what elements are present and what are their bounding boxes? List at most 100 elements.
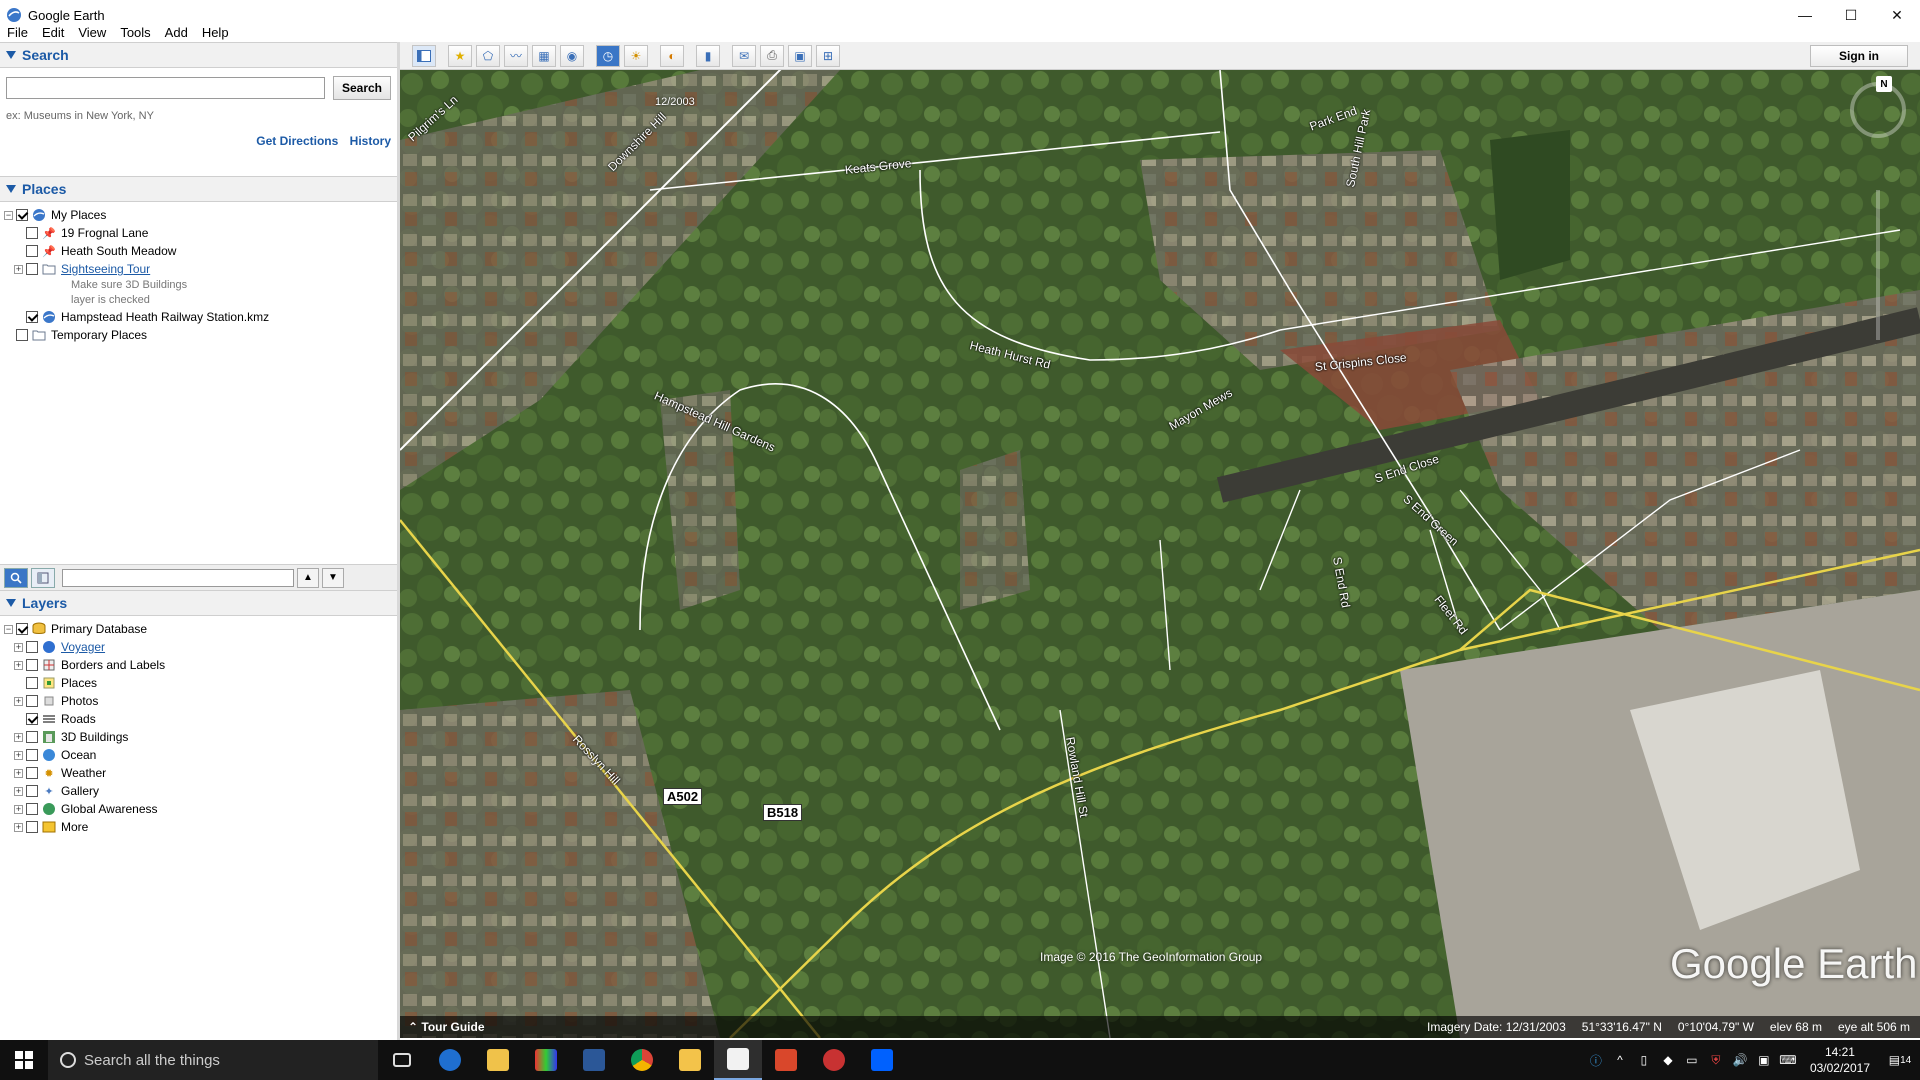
checkbox[interactable]	[26, 245, 38, 257]
volume-icon[interactable]: 🔊	[1728, 1040, 1752, 1080]
record-tour-icon[interactable]: ◉	[560, 44, 584, 67]
shield-icon[interactable]: ⛨	[1704, 1040, 1728, 1080]
expand-icon[interactable]: +	[14, 732, 23, 742]
checkbox[interactable]	[16, 329, 28, 341]
save-image-icon[interactable]: ▣	[788, 44, 812, 67]
info-icon[interactable]: ⓘ	[1584, 1040, 1608, 1080]
move-up-button[interactable]: ▲	[297, 567, 319, 588]
checkbox[interactable]	[16, 623, 28, 635]
checkbox[interactable]	[26, 785, 38, 797]
action-center-icon[interactable]: ▤ 14	[1880, 1040, 1920, 1080]
layer-voyager[interactable]: + Voyager	[4, 638, 397, 656]
sign-in-button[interactable]: Sign in	[1810, 45, 1908, 67]
collapse-icon[interactable]: −	[4, 210, 13, 220]
move-down-button[interactable]: ▼	[322, 567, 344, 588]
dropbox-icon[interactable]	[858, 1040, 906, 1080]
layer-global-awareness[interactable]: + Global Awareness	[4, 800, 397, 818]
expand-icon[interactable]: +	[14, 660, 23, 670]
add-polygon-icon[interactable]: ⬠	[476, 44, 500, 67]
dropbox-tray-icon[interactable]: ◆	[1656, 1040, 1680, 1080]
layer-borders-labels[interactable]: + Borders and Labels	[4, 656, 397, 674]
maximize-button[interactable]: ☐	[1828, 0, 1874, 30]
battery-icon[interactable]: ▭	[1680, 1040, 1704, 1080]
menu-add[interactable]: Add	[158, 25, 195, 40]
map-view[interactable]: N 12/2003 Pilgrim's Ln Downshire Hill Ke…	[400, 70, 1920, 1038]
menu-edit[interactable]: Edit	[35, 25, 71, 40]
colour-app-icon[interactable]	[522, 1040, 570, 1080]
chevron-up-icon[interactable]: ^	[1608, 1040, 1632, 1080]
close-button[interactable]: ✕	[1874, 0, 1920, 30]
tree-item-sightseeing-tour[interactable]: + Sightseeing Tour	[4, 260, 397, 278]
checkbox[interactable]	[26, 263, 38, 275]
minimize-button[interactable]: —	[1782, 0, 1828, 30]
tree-item-temporary-places[interactable]: Temporary Places	[4, 326, 397, 344]
add-overlay-icon[interactable]: ▦	[532, 44, 556, 67]
checkbox[interactable]	[26, 659, 38, 671]
search-input[interactable]	[6, 77, 325, 99]
windows-start-icon[interactable]	[0, 1040, 48, 1080]
expand-icon[interactable]: +	[14, 750, 23, 760]
checkbox[interactable]	[26, 695, 38, 707]
sidebar-toggle-icon[interactable]	[412, 44, 436, 67]
checkbox[interactable]	[26, 227, 38, 239]
tree-item-railway-station[interactable]: Hampstead Heath Railway Station.kmz	[4, 308, 397, 326]
layer-label-link[interactable]: Voyager	[61, 640, 105, 654]
checkbox[interactable]	[26, 767, 38, 779]
tree-item-heath-south-meadow[interactable]: 📌 Heath South Meadow	[4, 242, 397, 260]
file-explorer-icon[interactable]	[474, 1040, 522, 1080]
checkbox[interactable]	[26, 821, 38, 833]
checkbox[interactable]	[26, 311, 38, 323]
search-header[interactable]: Search	[0, 42, 397, 68]
usb-icon[interactable]: ▯	[1632, 1040, 1656, 1080]
add-path-icon[interactable]: 〰	[504, 44, 528, 67]
layer-gallery[interactable]: + ✦ Gallery	[4, 782, 397, 800]
expand-icon[interactable]: +	[14, 264, 23, 274]
checkbox[interactable]	[16, 209, 28, 221]
tree-item-my-places[interactable]: − My Places	[4, 206, 397, 224]
checkbox[interactable]	[26, 677, 38, 689]
clock[interactable]: 14:21 03/02/2017	[1810, 1044, 1870, 1076]
swirl-app-icon[interactable]	[810, 1040, 858, 1080]
menu-file[interactable]: File	[0, 25, 35, 40]
layer-weather[interactable]: + ✹ Weather	[4, 764, 397, 782]
expand-icon[interactable]: +	[14, 786, 23, 796]
mail-icon[interactable]	[666, 1040, 714, 1080]
history-link[interactable]: History	[350, 134, 391, 148]
historical-imagery-icon[interactable]: ◷	[596, 44, 620, 67]
keyboard-icon[interactable]: ⌨	[1776, 1040, 1800, 1080]
expand-icon[interactable]: +	[14, 696, 23, 706]
checkbox[interactable]	[26, 731, 38, 743]
email-icon[interactable]: ✉	[732, 44, 756, 67]
task-view-icon[interactable]	[378, 1040, 426, 1080]
ruler-icon[interactable]: ▮	[696, 44, 720, 67]
sunlight-icon[interactable]: ☀	[624, 44, 648, 67]
collapse-icon[interactable]: −	[4, 624, 13, 634]
layer-ocean[interactable]: + Ocean	[4, 746, 397, 764]
tour-guide-button[interactable]: ⌃ Tour Guide	[408, 1020, 485, 1034]
checkbox[interactable]	[26, 803, 38, 815]
layer-photos[interactable]: + Photos	[4, 692, 397, 710]
word-icon[interactable]	[570, 1040, 618, 1080]
pdf-icon[interactable]	[762, 1040, 810, 1080]
expand-icon[interactable]: +	[14, 642, 23, 652]
checkbox[interactable]	[26, 713, 38, 725]
layer-roads[interactable]: Roads	[4, 710, 397, 728]
network-icon[interactable]: ▣	[1752, 1040, 1776, 1080]
layer-places[interactable]: Places	[4, 674, 397, 692]
get-directions-link[interactable]: Get Directions	[256, 134, 338, 148]
north-indicator[interactable]: N	[1876, 76, 1892, 92]
layer-3d-buildings[interactable]: + 3D Buildings	[4, 728, 397, 746]
view-in-maps-icon[interactable]: ⊞	[816, 44, 840, 67]
taskbar-search[interactable]: Search all the things	[48, 1040, 378, 1080]
expand-icon[interactable]: +	[14, 768, 23, 778]
search-button[interactable]: Search	[332, 76, 391, 100]
tree-label-link[interactable]: Sightseeing Tour	[61, 262, 150, 276]
expand-icon[interactable]: +	[14, 822, 23, 832]
places-filter-input[interactable]	[62, 568, 294, 587]
print-icon[interactable]: ⎙	[760, 44, 784, 67]
checkbox[interactable]	[26, 749, 38, 761]
planets-icon[interactable]: ◐	[660, 44, 684, 67]
layer-more[interactable]: + More	[4, 818, 397, 836]
search-places-button[interactable]	[4, 567, 28, 588]
menu-help[interactable]: Help	[195, 25, 236, 40]
